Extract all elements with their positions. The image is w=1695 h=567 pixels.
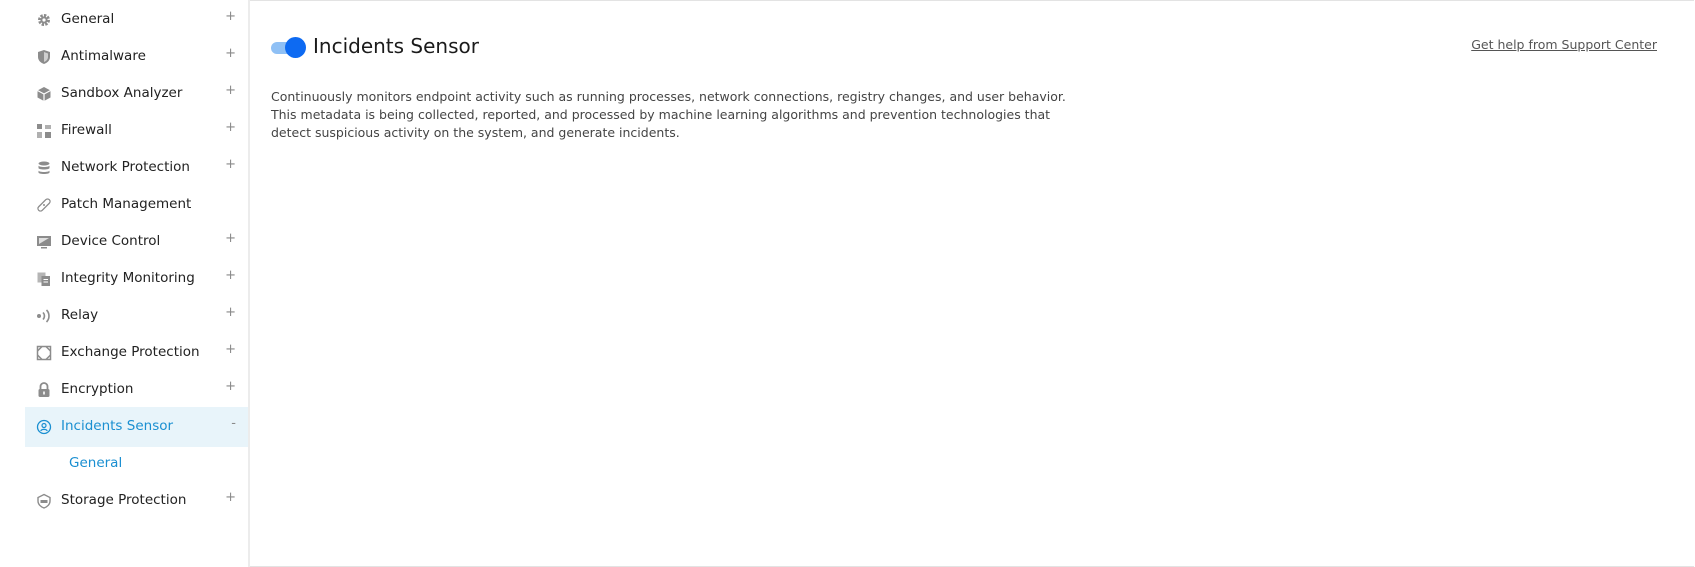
shield-icon [36, 49, 52, 65]
expand-icon[interactable]: + [225, 490, 236, 505]
sidebar-item-label: Firewall [61, 122, 112, 138]
collapse-icon[interactable]: - [231, 416, 236, 431]
policy-sidebar: General + Antimalware + Sandbox Analyzer… [25, 0, 250, 567]
page-title: Incidents Sensor [313, 34, 479, 58]
sidebar-item-label: Device Control [61, 233, 161, 249]
gear-icon [36, 12, 52, 28]
monitor-icon [36, 234, 52, 250]
bandage-icon [36, 197, 52, 213]
sidebar-subitem-general[interactable]: General [25, 444, 248, 484]
exchange-icon [36, 345, 52, 361]
sidebar-item-label: Exchange Protection [61, 344, 200, 360]
toggle-knob [285, 37, 306, 58]
sidebar-item-general[interactable]: General + [25, 0, 248, 40]
expand-icon[interactable]: + [225, 83, 236, 98]
expand-icon[interactable]: + [225, 268, 236, 283]
enable-toggle[interactable] [271, 37, 306, 58]
sidebar-item-label: Antimalware [61, 48, 146, 64]
sidebar-item-device-control[interactable]: Device Control + [25, 222, 248, 262]
sidebar-item-relay[interactable]: Relay + [25, 296, 248, 336]
sidebar-item-encryption[interactable]: Encryption + [25, 370, 248, 410]
sidebar-subitem-label: General [69, 455, 123, 471]
module-description: Continuously monitors endpoint activity … [271, 88, 1066, 140]
sidebar-item-label: Storage Protection [61, 492, 187, 508]
left-gutter [0, 0, 25, 567]
sidebar-item-firewall[interactable]: Firewall + [25, 111, 248, 151]
main-panel: Incidents Sensor Get help from Support C… [250, 0, 1695, 567]
expand-icon[interactable]: + [225, 305, 236, 320]
sidebar-item-label: Relay [61, 307, 99, 323]
sidebar-item-label: Encryption [61, 381, 134, 397]
sidebar-item-integrity-monitoring[interactable]: Integrity Monitoring + [25, 259, 248, 299]
sidebar-item-label: Integrity Monitoring [61, 270, 195, 286]
sidebar-item-incidents-sensor[interactable]: Incidents Sensor - [25, 407, 248, 447]
sidebar-item-exchange-protection[interactable]: Exchange Protection + [25, 333, 248, 373]
sensor-icon [36, 419, 52, 435]
cube-icon [36, 86, 52, 102]
sidebar-item-label: General [61, 11, 115, 27]
sidebar-item-label: Patch Management [61, 196, 192, 212]
sidebar-item-label: Sandbox Analyzer [61, 85, 183, 101]
sidebar-item-label: Network Protection [61, 159, 190, 175]
expand-icon[interactable]: + [225, 157, 236, 172]
sidebar-item-antimalware[interactable]: Antimalware + [25, 37, 248, 77]
sidebar-item-patch-management[interactable]: Patch Management [25, 185, 248, 225]
sidebar-item-storage-protection[interactable]: Storage Protection + [25, 481, 248, 521]
database-icon [36, 160, 52, 176]
documents-icon [36, 271, 52, 287]
sidebar-item-label: Incidents Sensor [61, 418, 174, 434]
storage-icon [36, 493, 52, 509]
expand-icon[interactable]: + [225, 9, 236, 24]
expand-icon[interactable]: + [225, 379, 236, 394]
expand-icon[interactable]: + [225, 46, 236, 61]
lock-icon [36, 382, 52, 398]
expand-icon[interactable]: + [225, 120, 236, 135]
expand-icon[interactable]: + [225, 231, 236, 246]
expand-icon[interactable]: + [225, 342, 236, 357]
sidebar-item-network-protection[interactable]: Network Protection + [25, 148, 248, 188]
sidebar-item-sandbox-analyzer[interactable]: Sandbox Analyzer + [25, 74, 248, 114]
firewall-icon [36, 123, 52, 139]
broadcast-icon [36, 308, 52, 324]
support-center-link[interactable]: Get help from Support Center [1471, 37, 1657, 52]
